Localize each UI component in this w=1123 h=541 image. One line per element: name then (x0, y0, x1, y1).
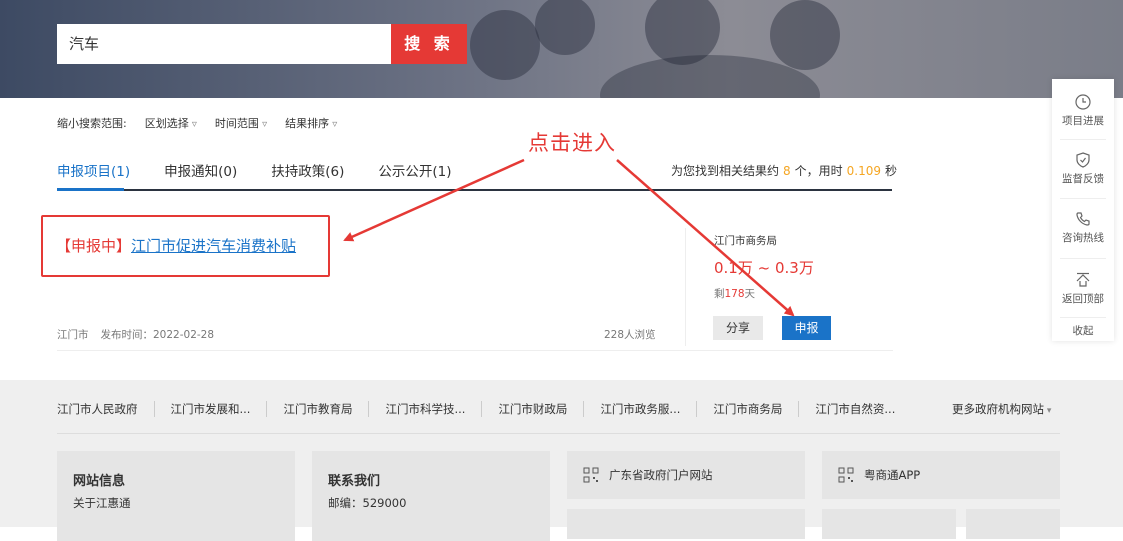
up-arrow-icon (1076, 272, 1090, 287)
collapse-button[interactable]: 收起 (1052, 323, 1114, 338)
gov-links: 江门市人民政府 江门市发展和... 江门市教育局 江门市科学技... 江门市财政… (57, 401, 911, 417)
about-link[interactable]: 关于江惠通 (73, 495, 131, 511)
shield-icon (1076, 152, 1090, 168)
supervision-feedback-button[interactable]: 监督反馈 (1052, 152, 1114, 186)
hotline-label: 咨询热线 (1062, 232, 1104, 244)
portal-link-label: 广东省政府门户网站 (609, 468, 713, 482)
phone-icon (1076, 212, 1090, 226)
clock-icon (1075, 94, 1091, 110)
gov-link[interactable]: 江门市教育局 (266, 401, 368, 417)
floating-sidebar: 项目进展 监督反馈 咨询热线 返回顶部 收起 (1052, 79, 1114, 341)
app-link[interactable]: 粤商通APP (838, 467, 920, 483)
more-gov-sites-dropdown[interactable]: 更多政府机构网站 (952, 401, 1051, 417)
arrow-to-title (343, 158, 525, 242)
float-separator (1060, 317, 1106, 318)
back-to-top-label: 返回顶部 (1062, 293, 1104, 305)
footer-divider (57, 433, 1060, 434)
project-progress-button[interactable]: 项目进展 (1052, 94, 1114, 128)
hotline-button[interactable]: 咨询热线 (1052, 211, 1114, 245)
gov-link[interactable]: 江门市商务局 (696, 401, 798, 417)
contact-postcode: 邮编：529000 (328, 496, 407, 510)
float-separator (1060, 198, 1106, 199)
float-separator (1060, 258, 1106, 259)
qr-code-icon (583, 467, 599, 483)
portal-link[interactable]: 广东省政府门户网站 (583, 467, 713, 483)
site-info-title: 网站信息 (73, 474, 126, 489)
gov-link[interactable]: 江门市政务服... (583, 401, 696, 417)
gov-link[interactable]: 江门市财政局 (481, 401, 583, 417)
app-card[interactable] (966, 509, 1060, 539)
gov-link[interactable]: 江门市人民政府 (57, 401, 154, 417)
app-link-label: 粤商通APP (864, 468, 921, 482)
supervision-feedback-label: 监督反馈 (1062, 173, 1104, 185)
arrow-to-apply (616, 159, 795, 317)
portal-card[interactable] (567, 509, 805, 539)
back-to-top-button[interactable]: 返回顶部 (1052, 272, 1114, 306)
app-card[interactable] (822, 509, 956, 539)
project-progress-label: 项目进展 (1062, 115, 1104, 127)
gov-link[interactable]: 江门市科学技... (368, 401, 481, 417)
gov-link[interactable]: 江门市发展和... (153, 401, 267, 417)
qr-code-icon (838, 467, 854, 483)
gov-link[interactable]: 江门市自然资... (798, 401, 911, 417)
float-separator (1060, 139, 1106, 140)
contact-title: 联系我们 (328, 474, 381, 489)
